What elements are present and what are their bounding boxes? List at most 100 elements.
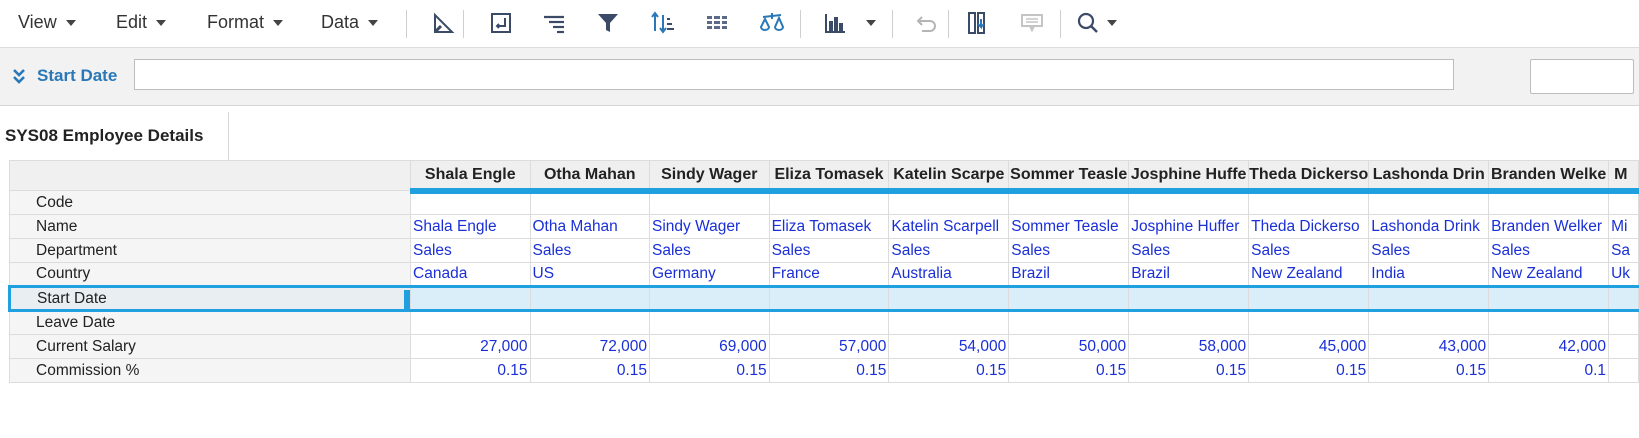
grid-cell[interactable]: Sales (1128, 238, 1250, 263)
grid-cell[interactable]: 57,000 (768, 334, 890, 359)
comment-icon[interactable] (1018, 9, 1046, 37)
grid-cell[interactable]: Sommer Teasle (1008, 214, 1130, 239)
grid-cell[interactable]: 0.15 (888, 358, 1010, 383)
row-header[interactable]: Country (8, 262, 412, 287)
grid-cell[interactable] (1608, 358, 1639, 383)
grid-cell[interactable] (1008, 190, 1130, 215)
grid-cell[interactable]: 0.15 (529, 358, 650, 383)
freeze-columns-icon[interactable] (964, 9, 992, 37)
start-date-filter-input[interactable] (134, 59, 1454, 90)
grid-cell[interactable] (410, 190, 531, 215)
grid-cell[interactable]: Australia (888, 262, 1010, 287)
column-header[interactable]: Shala Engle (410, 160, 531, 194)
grid-cell[interactable]: 0.15 (1368, 358, 1490, 383)
double-chevron-down-icon[interactable] (10, 65, 28, 87)
grid-cell[interactable]: Sales (410, 238, 531, 263)
grid-cell[interactable]: New Zealand (1248, 262, 1370, 287)
grid-cell[interactable]: Sales (1488, 238, 1610, 263)
grid-cell[interactable]: 69,000 (649, 334, 770, 359)
column-header[interactable]: Sindy Wager (649, 160, 770, 194)
grid-cell[interactable]: Otha Mahan (529, 214, 650, 239)
grid-cell[interactable] (1248, 190, 1370, 215)
column-header[interactable]: Branden Welke (1488, 160, 1610, 194)
grid-cell[interactable]: 50,000 (1008, 334, 1130, 359)
grid-cell[interactable]: Brazil (1008, 262, 1130, 287)
grid-cell[interactable]: 0.15 (1008, 358, 1130, 383)
grid-cell[interactable] (888, 190, 1010, 215)
row-header[interactable]: Code (8, 190, 412, 215)
sheet-tab[interactable]: SYS08 Employee Details (0, 112, 229, 160)
column-header[interactable]: Lashonda Drin (1368, 160, 1490, 194)
grid-cell[interactable] (1008, 310, 1130, 335)
column-header[interactable]: Sommer Teasle (1008, 160, 1130, 194)
cell-edit-icon[interactable] (487, 9, 515, 37)
grid-cell[interactable]: 0.1 (1488, 358, 1610, 383)
grid-cell[interactable]: Sales (768, 238, 890, 263)
grid-cell[interactable] (1488, 190, 1610, 215)
grid-cell[interactable] (1488, 310, 1610, 335)
grid-cell[interactable] (1128, 190, 1250, 215)
column-header[interactable]: Theda Dickerso (1248, 160, 1370, 194)
grid-cell[interactable] (529, 310, 650, 335)
grid-cell[interactable]: 72,000 (529, 334, 650, 359)
grid-cell[interactable] (768, 310, 890, 335)
grid-cell[interactable]: 58,000 (1128, 334, 1250, 359)
row-header[interactable]: Leave Date (8, 310, 412, 335)
column-header[interactable]: Katelin Scarpe (888, 160, 1010, 194)
grid-cell[interactable] (1368, 310, 1490, 335)
grid-cell[interactable]: US (529, 262, 650, 287)
grid-cell[interactable]: 0.15 (1128, 358, 1250, 383)
bar-chart-icon[interactable] (821, 9, 849, 37)
grid-cell[interactable] (1248, 310, 1370, 335)
filter-secondary-input[interactable] (1530, 59, 1634, 94)
table-grid-icon[interactable] (703, 9, 731, 37)
grid-cell[interactable] (1128, 285, 1250, 312)
grid-cell[interactable]: Uk (1608, 262, 1639, 287)
grid-cell[interactable] (888, 285, 1010, 312)
column-header[interactable]: Josphine Huffe (1128, 160, 1250, 194)
grid-cell[interactable] (1608, 334, 1639, 359)
grid-cell[interactable] (768, 190, 890, 215)
column-header[interactable]: Otha Mahan (529, 160, 650, 194)
sort-icon[interactable] (648, 9, 676, 37)
grid-cell[interactable] (1488, 285, 1610, 312)
row-header[interactable]: Start Date (8, 285, 412, 312)
grid-cell[interactable]: Brazil (1128, 262, 1250, 287)
grid-cell[interactable]: 42,000 (1488, 334, 1610, 359)
grid-cell[interactable] (768, 285, 890, 312)
grid-cell[interactable]: Katelin Scarpell (888, 214, 1010, 239)
grid-cell[interactable] (1608, 190, 1639, 215)
grid-cell[interactable] (1608, 285, 1639, 312)
grid-cell[interactable]: Sales (1008, 238, 1130, 263)
chevron-down-icon[interactable] (857, 9, 885, 37)
grid-cell[interactable]: Branden Welker (1488, 214, 1610, 239)
undo-icon[interactable] (910, 9, 938, 37)
grid-cell[interactable] (410, 310, 531, 335)
column-header[interactable]: M (1608, 160, 1639, 194)
grid-cell[interactable] (1008, 285, 1130, 312)
grid-cell[interactable]: 0.15 (649, 358, 770, 383)
row-header[interactable]: Commission % (8, 358, 412, 383)
column-header[interactable]: Eliza Tomasek (768, 160, 890, 194)
grid-cell[interactable]: India (1368, 262, 1490, 287)
grid-cell[interactable]: Sales (1368, 238, 1490, 263)
grid-cell[interactable] (1248, 285, 1370, 312)
grid-cell[interactable]: 0.15 (1248, 358, 1370, 383)
grid-cell[interactable]: Theda Dickerso (1248, 214, 1370, 239)
grid-cell[interactable]: Lashonda Drink (1368, 214, 1490, 239)
chevron-down-icon[interactable] (1098, 9, 1126, 37)
grid-cell[interactable]: 0.15 (410, 358, 531, 383)
grid-cell[interactable] (1128, 310, 1250, 335)
menu-view[interactable]: View (18, 12, 76, 33)
grid-cell[interactable]: 0.15 (768, 358, 890, 383)
grid-cell[interactable] (649, 190, 770, 215)
menu-edit[interactable]: Edit (116, 12, 167, 33)
grid-cell[interactable] (1368, 190, 1490, 215)
grid-cell[interactable] (410, 285, 531, 312)
grid-cell[interactable] (529, 190, 650, 215)
grid-cell[interactable]: Eliza Tomasek (768, 214, 890, 239)
grid-cell[interactable] (649, 285, 770, 312)
grid-cell[interactable]: France (768, 262, 890, 287)
grid-cell[interactable]: Canada (410, 262, 531, 287)
grid-cell[interactable]: Sales (649, 238, 770, 263)
